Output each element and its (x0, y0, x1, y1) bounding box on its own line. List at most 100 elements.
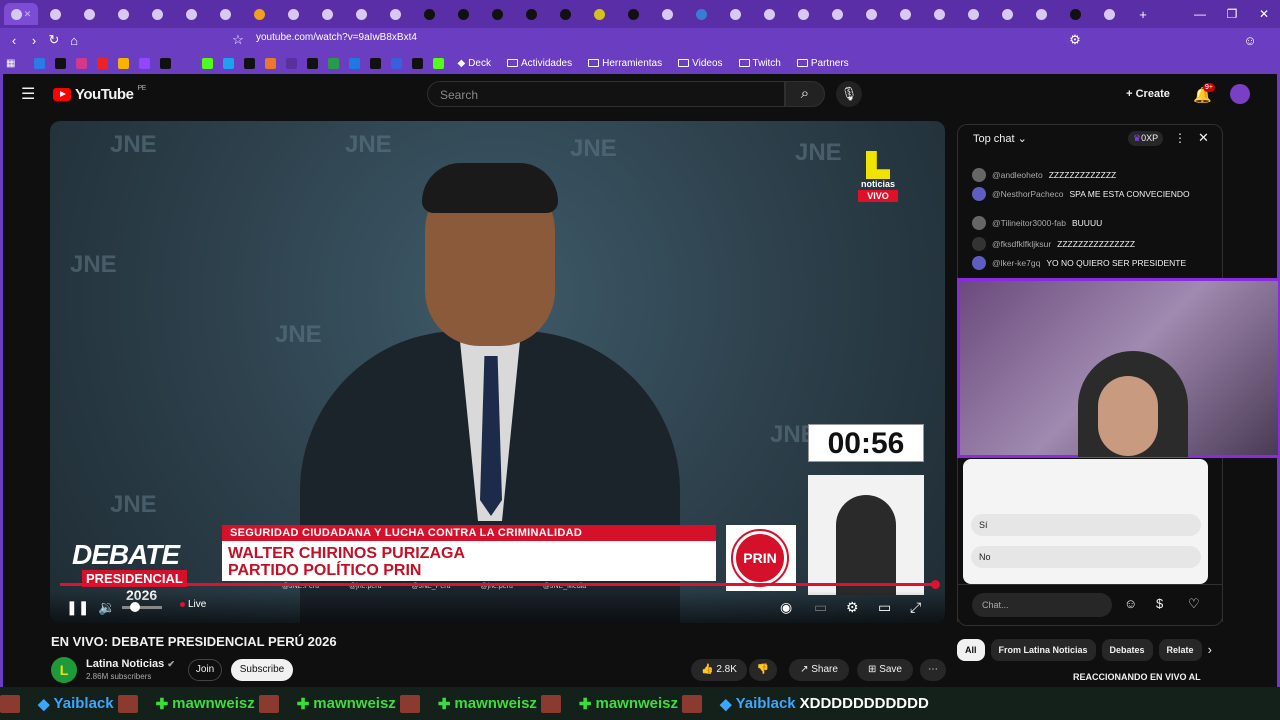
apps-icon[interactable]: ▦ (6, 58, 15, 69)
bookmark-favicon[interactable] (139, 57, 151, 69)
bookmark-favicon[interactable] (328, 57, 340, 69)
tab[interactable] (310, 3, 344, 25)
tab[interactable] (1024, 3, 1058, 25)
close-window-icon[interactable]: ✕ (1248, 7, 1280, 21)
tab[interactable] (786, 3, 820, 25)
chip-related[interactable]: Relate (1158, 639, 1202, 661)
bookmark-favicon[interactable] (118, 57, 130, 69)
live-indicator[interactable]: Live (180, 599, 206, 610)
bookmark-favicon[interactable] (433, 57, 445, 69)
volume-knob[interactable] (130, 602, 140, 612)
bookmark-favicon[interactable] (34, 57, 46, 69)
tab[interactable] (718, 3, 752, 25)
pause-icon[interactable]: ❚❚ (66, 599, 89, 616)
tab[interactable] (922, 3, 956, 25)
tab[interactable] (752, 3, 786, 25)
chip-from-channel[interactable]: From Latina Noticias (990, 639, 1096, 661)
join-button[interactable]: Join (188, 659, 222, 681)
bookmark-folder-twitch[interactable]: Twitch (738, 58, 781, 69)
chat-close-icon[interactable]: ✕ (1198, 130, 1209, 146)
tab[interactable] (174, 3, 208, 25)
menu-icon[interactable]: ☰ (21, 84, 35, 104)
new-tab-button[interactable]: + (1126, 3, 1160, 25)
save-button[interactable]: ⊞ Save (857, 659, 913, 681)
top-chat-dropdown[interactable]: Top chat ⌄ (973, 132, 1027, 145)
bookmark-favicon[interactable] (391, 57, 403, 69)
more-actions-button[interactable]: ⋯ (920, 659, 946, 681)
tab[interactable] (990, 3, 1024, 25)
tab[interactable] (344, 3, 378, 25)
tab[interactable] (650, 3, 684, 25)
maximize-icon[interactable]: ❐ (1216, 7, 1248, 21)
tab[interactable] (582, 3, 616, 25)
tab[interactable] (242, 3, 276, 25)
bookmark-favicon[interactable] (370, 57, 382, 69)
forward-icon[interactable]: › (24, 33, 44, 48)
close-icon[interactable]: ✕ (24, 9, 32, 20)
tab[interactable] (1092, 3, 1126, 25)
bookmark-favicon[interactable] (412, 57, 424, 69)
chat-author[interactable]: @NesthorPacheco (992, 189, 1063, 199)
progress-bar[interactable] (60, 583, 936, 586)
chip-all[interactable]: All (957, 639, 985, 661)
chat-author[interactable]: @Tilineitor3000-fab (992, 218, 1066, 228)
tab[interactable] (684, 3, 718, 25)
reload-icon[interactable]: ↻ (44, 32, 64, 48)
like-button[interactable]: 👍 2.8K (691, 659, 747, 681)
captions-icon[interactable]: ▭ (814, 599, 827, 616)
tab[interactable] (208, 3, 242, 25)
tab[interactable] (480, 3, 514, 25)
bookmark-folder-herramientas[interactable]: Herramientas (588, 58, 662, 69)
progress-scrubber[interactable] (931, 580, 940, 589)
chat-more-icon[interactable]: ⋮ (1174, 131, 1186, 145)
tab[interactable] (616, 3, 650, 25)
tab[interactable] (1058, 3, 1092, 25)
settings-gear-icon[interactable]: ⚙ (846, 599, 859, 616)
tab[interactable] (888, 3, 922, 25)
create-button[interactable]: + Create (1117, 82, 1179, 106)
emoji-icon[interactable]: ☺ (1124, 596, 1137, 611)
autoplay-toggle[interactable]: ◉ (780, 599, 792, 616)
profile-icon[interactable]: ☺ (1240, 33, 1260, 48)
bookmark-favicon[interactable] (97, 57, 109, 69)
url-field[interactable]: youtube.com/watch?v=9aIwB8xBxt4 (256, 32, 417, 43)
bookmark-folder-actividades[interactable]: Actividades (506, 58, 572, 69)
search-input[interactable]: Search (427, 81, 785, 107)
volume-icon[interactable]: 🔉 (98, 599, 115, 616)
bookmark-favicon[interactable] (265, 57, 277, 69)
chevron-right-icon[interactable]: › (1208, 639, 1212, 661)
bookmark-folder-partners[interactable]: Partners (796, 58, 849, 69)
tab[interactable] (38, 3, 72, 25)
tab[interactable] (548, 3, 582, 25)
recommended-video-title[interactable]: REACCIONANDO EN VIVO AL (1073, 672, 1201, 682)
fullscreen-icon[interactable]: ⤢ (910, 599, 921, 616)
tab-active[interactable]: ✕ (4, 3, 38, 25)
tab[interactable] (820, 3, 854, 25)
points-badge[interactable]: ♛0XP (1128, 131, 1164, 146)
tab[interactable] (514, 3, 548, 25)
search-icon[interactable]: ⌕ (785, 81, 825, 107)
super-chat-icon[interactable]: $ (1156, 596, 1163, 611)
chat-input[interactable]: Chat... (972, 593, 1112, 617)
tab[interactable] (956, 3, 990, 25)
tab[interactable] (106, 3, 140, 25)
tab[interactable] (446, 3, 480, 25)
bookmark-icon[interactable]: ☆ (228, 32, 248, 48)
poll-option-si[interactable]: Sí (971, 514, 1201, 536)
chat-author[interactable]: @lker-ke7gq (992, 258, 1040, 268)
channel-name[interactable]: Latina Noticias ✔ (86, 658, 175, 670)
tab[interactable] (412, 3, 446, 25)
bookmark-favicon[interactable] (160, 57, 172, 69)
share-button[interactable]: ↗ Share (789, 659, 849, 681)
minimize-icon[interactable]: — (1184, 7, 1216, 21)
bookmark-favicon[interactable] (181, 57, 193, 69)
microphone-icon[interactable]: 🎙 (836, 81, 862, 107)
channel-avatar[interactable]: L (51, 657, 77, 683)
extensions-icon[interactable]: ⚙ (1065, 32, 1085, 48)
back-icon[interactable]: ‹ (4, 33, 24, 48)
video-player[interactable]: JNE JNE JNE JNE JNE JNE JNE JNE noticias… (50, 121, 945, 623)
tab[interactable] (276, 3, 310, 25)
poll-option-no[interactable]: No (971, 546, 1201, 568)
bookmark-favicon[interactable] (202, 57, 214, 69)
chat-author[interactable]: @andleoheto (992, 170, 1043, 180)
